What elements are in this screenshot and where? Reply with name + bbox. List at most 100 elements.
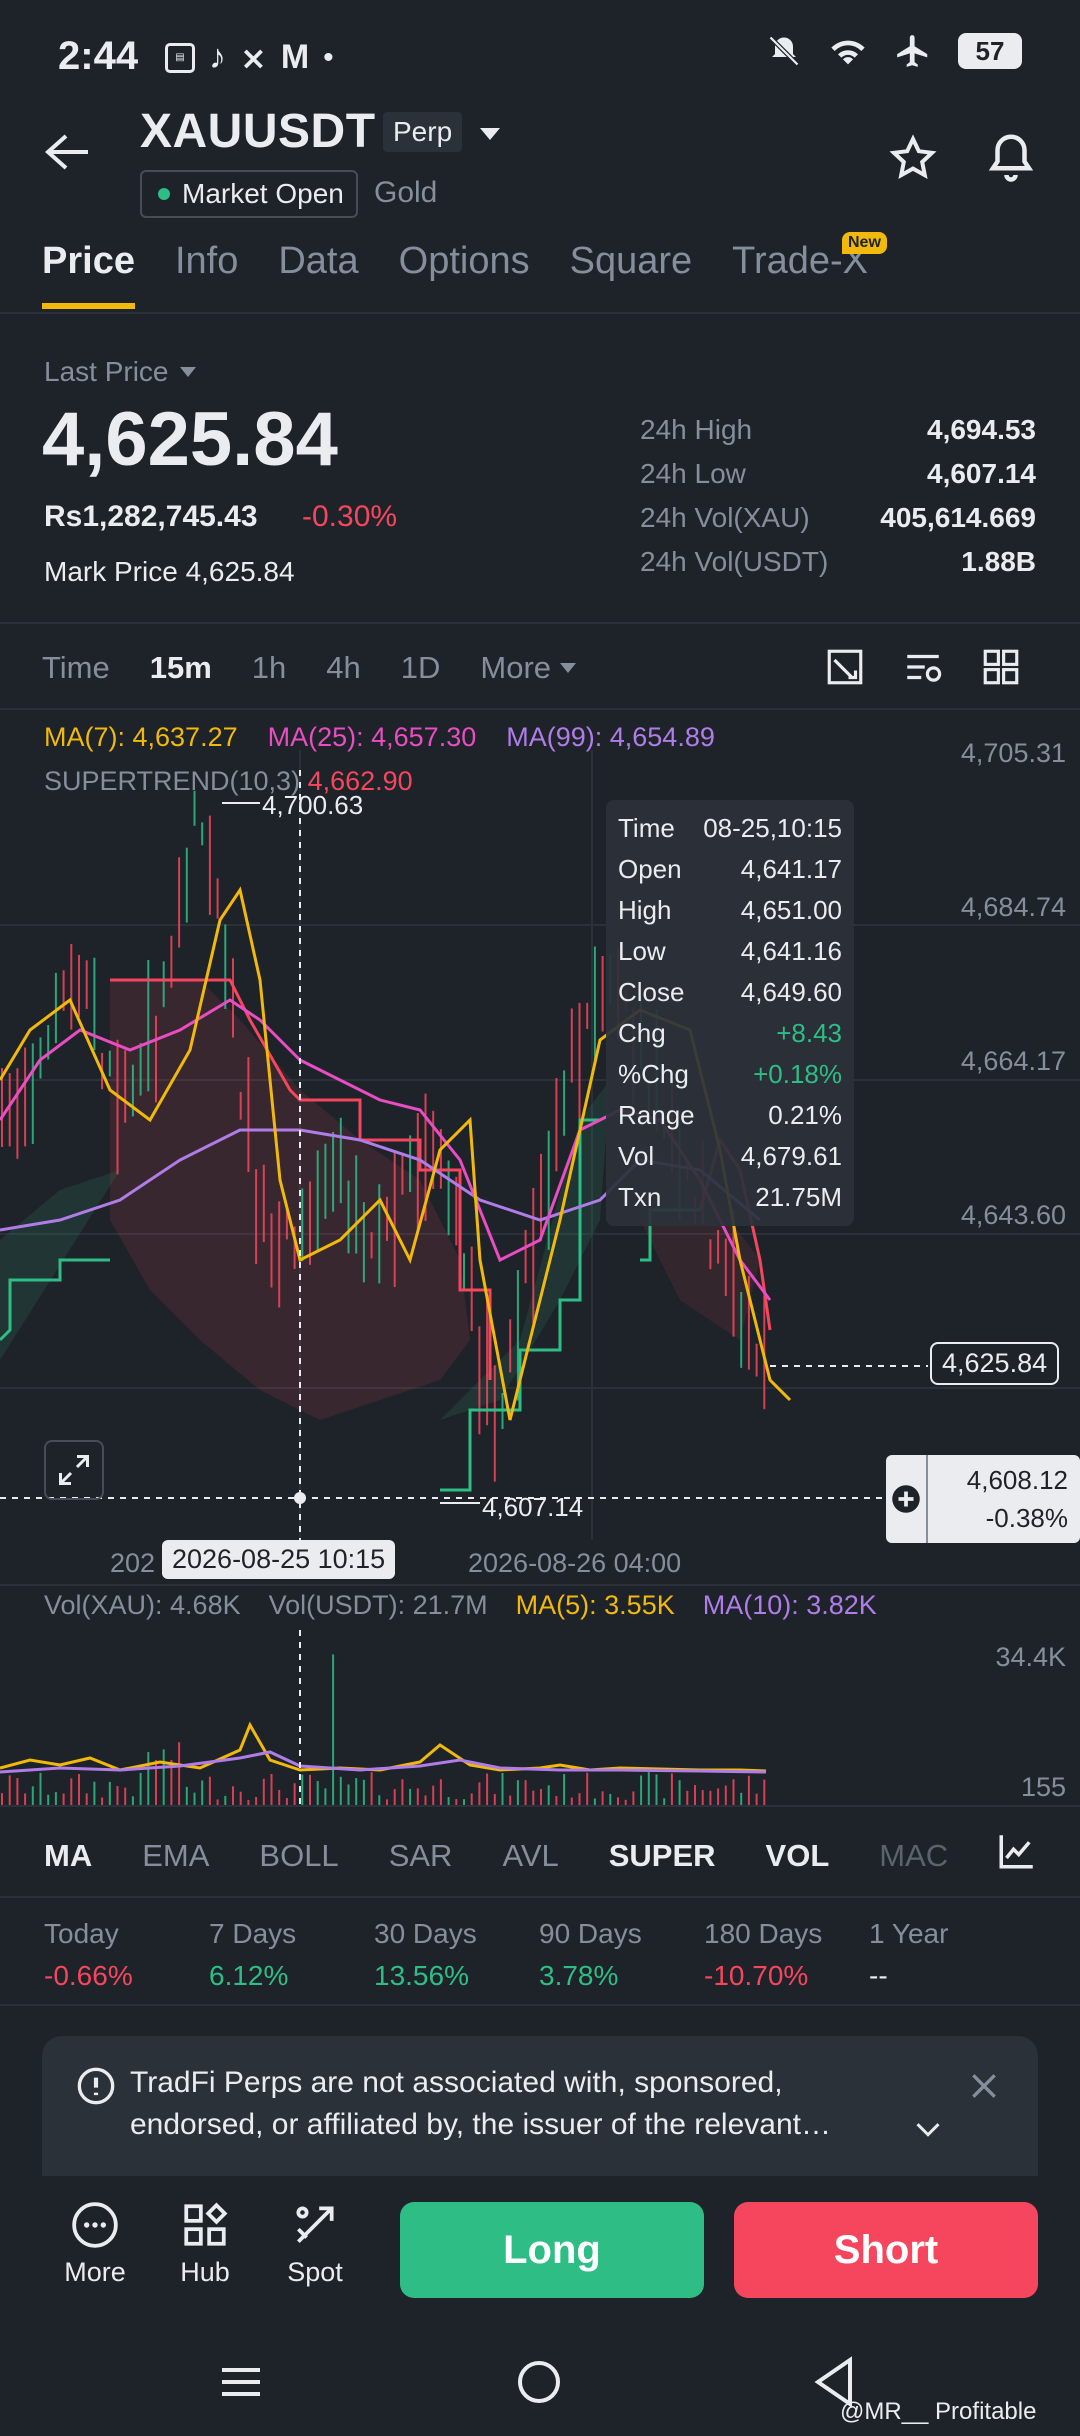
vol-ma5-line (0, 1721, 767, 1773)
short-button[interactable]: Short (734, 2202, 1038, 2298)
main-tabs: Price Info Data Options Square Trade-X (42, 240, 868, 309)
favorite-star-icon[interactable] (888, 134, 938, 182)
indicator-ma[interactable]: MA (44, 1838, 92, 1874)
stat-label: 24h Low (640, 458, 746, 489)
hub-icon (184, 2202, 228, 2246)
indicator-settings-icon[interactable] (996, 1830, 1038, 1872)
chart-tools (824, 646, 1022, 688)
symbol-title[interactable]: XAUUSDT (140, 104, 376, 159)
volume-bars (1, 1654, 766, 1806)
tooltip-key: Vol (618, 1141, 655, 1171)
airplane-icon (897, 35, 928, 67)
chart-high-label: 4,700.63 (262, 790, 364, 820)
chevron-down-icon[interactable] (914, 2120, 942, 2140)
hub-button[interactable]: Hub (160, 2200, 250, 2288)
tooltip-key: Chg (618, 1018, 666, 1048)
draw-tool-icon[interactable] (824, 646, 866, 688)
info-icon (77, 2067, 115, 2105)
mark-price-value: 4,625.84 (185, 556, 295, 587)
timeframe-15m[interactable]: 15m (150, 650, 212, 686)
disclaimer-line-2: endorsed, or affiliated by, the issuer o… (130, 2108, 831, 2141)
stat-value: 405,614.669 (880, 502, 1036, 533)
tooltip-row: Vol 4,679.61 (618, 1136, 842, 1177)
timeframe-4h[interactable]: 4h (326, 650, 360, 686)
perf-item: 7 Days 6.12% (209, 1918, 374, 1992)
volume-legend: Vol(XAU): 4.68K Vol(USDT): 21.7M MA(5): … (44, 1590, 877, 1621)
recent-apps-icon[interactable] (222, 2368, 260, 2396)
close-icon[interactable] (968, 2070, 1000, 2102)
ma-legend: MA(7): 4,637.27 MA(25): 4,657.30 MA(99):… (44, 722, 715, 753)
tab-data[interactable]: Data (278, 240, 358, 283)
fullscreen-button[interactable] (44, 1440, 104, 1500)
indicator-ema[interactable]: EMA (142, 1838, 209, 1874)
tooltip-row: Time 08-25,10:15 (618, 808, 842, 849)
x-axis-label: 2026-08-26 04:00 (468, 1548, 682, 1578)
perf-item: Today -0.66% (44, 1918, 209, 1992)
volume-chart[interactable] (0, 1630, 1080, 1810)
more-button[interactable]: More (50, 2200, 140, 2288)
app-x-icon: ⨯ (240, 39, 267, 76)
stat-label: 24h High (640, 414, 753, 445)
symbol-dropdown-icon[interactable] (478, 126, 502, 142)
tooltip-row: %Chg +0.18% (618, 1054, 842, 1095)
last-price-value: 4,625.84 (42, 397, 338, 482)
indicator-sar[interactable]: SAR (389, 1838, 453, 1874)
tiktok-icon: ♪ (209, 38, 226, 76)
perf-value: 13.56% (374, 1960, 469, 1991)
last-price-selector[interactable]: Last Price (44, 356, 197, 388)
perf-label: Today (44, 1918, 119, 1949)
new-badge: New (842, 232, 887, 254)
indicator-vol[interactable]: VOL (766, 1838, 830, 1874)
dot-icon: • (323, 40, 334, 74)
tooltip-value: 4,649.60 (740, 977, 842, 1007)
more-label: More (64, 2257, 126, 2287)
status-app-icons: ▤ ♪ ⨯ M • (165, 38, 334, 77)
perp-badge: Perp (383, 112, 463, 152)
indicator-boll[interactable]: BOLL (259, 1838, 338, 1874)
tab-info[interactable]: Info (175, 240, 238, 283)
long-button[interactable]: Long (400, 2202, 704, 2298)
timeframe-1h[interactable]: 1h (252, 650, 286, 686)
layout-grid-icon[interactable] (980, 646, 1022, 688)
tooltip-row: Chg +8.43 (618, 1013, 842, 1054)
crosshair-price-tag[interactable]: 4,608.12 -0.38% (886, 1455, 1080, 1543)
tab-options[interactable]: Options (399, 240, 530, 283)
wifi-icon (831, 40, 865, 65)
tab-square[interactable]: Square (570, 240, 693, 283)
tooltip-value: +8.43 (776, 1018, 842, 1048)
timeframe-time[interactable]: Time (42, 650, 110, 686)
ma99-legend: MA(99): 4,654.89 (506, 722, 715, 752)
tooltip-key: %Chg (618, 1059, 689, 1089)
back-arrow-icon[interactable] (44, 132, 90, 172)
stat-row: 24h Low 4,607.14 (640, 458, 1036, 502)
mark-price: Mark Price 4,625.84 (44, 556, 295, 588)
tooltip-value: 4,641.17 (740, 854, 842, 884)
home-icon[interactable] (518, 2361, 560, 2403)
candlestick-chart[interactable] (0, 700, 1080, 1540)
mark-price-label: Mark Price (44, 556, 178, 587)
status-time: 2:44 (58, 34, 139, 78)
stat-row: 24h High 4,694.53 (640, 414, 1036, 458)
last-price-label: Last Price (44, 356, 169, 387)
chart-settings-icon[interactable] (902, 646, 944, 688)
spot-arrows-icon (296, 2206, 334, 2243)
stat-label: 24h Vol(USDT) (640, 546, 829, 577)
add-order-icon[interactable] (886, 1455, 928, 1543)
bell-off-icon (768, 35, 800, 67)
price-change-pct: -0.30% (302, 500, 398, 533)
perf-item: 30 Days 13.56% (374, 1918, 539, 1992)
timeframe-1d[interactable]: 1D (401, 650, 441, 686)
tooltip-value: 08-25,10:15 (703, 813, 842, 843)
indicator-avl[interactable]: AVL (502, 1838, 558, 1874)
tooltip-value: +0.18% (753, 1059, 842, 1089)
indicator-macd[interactable]: MAC (879, 1838, 948, 1874)
stat-value: 4,694.53 (927, 414, 1036, 445)
spot-button[interactable]: Spot (270, 2200, 360, 2288)
chart-low-label: 4,607.14 (482, 1492, 584, 1522)
tooltip-value: 21.75M (755, 1182, 842, 1212)
timeframe-more[interactable]: More (480, 650, 577, 686)
alert-bell-icon[interactable] (984, 130, 1038, 184)
indicator-super[interactable]: SUPER (609, 1838, 716, 1874)
tab-price[interactable]: Price (42, 240, 135, 309)
chevron-down-icon (560, 663, 577, 673)
